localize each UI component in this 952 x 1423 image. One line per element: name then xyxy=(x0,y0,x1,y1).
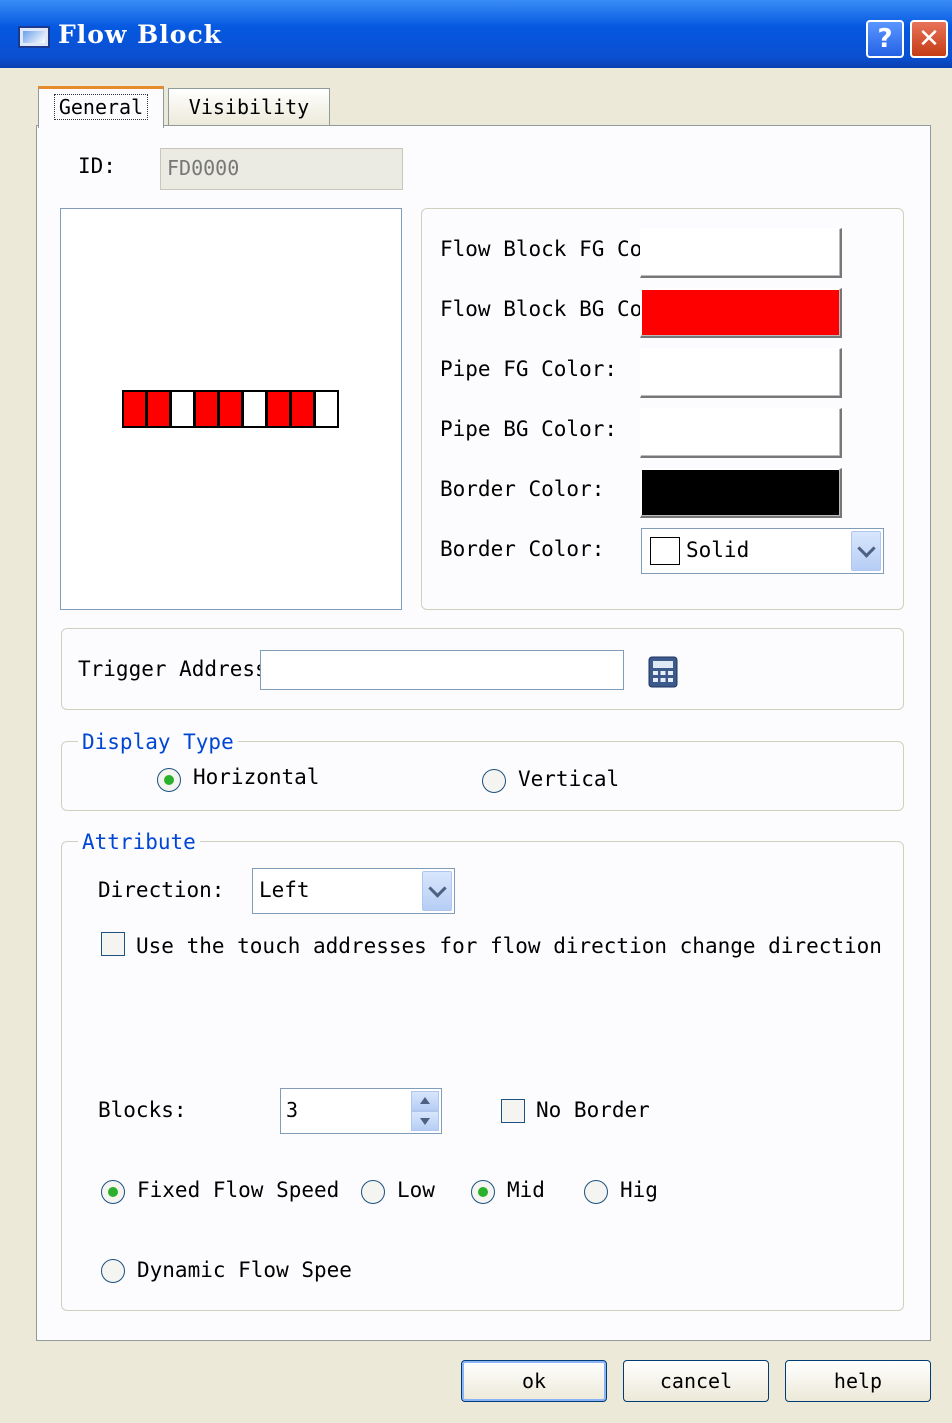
window-title: Flow Block xyxy=(58,20,222,49)
horizontal-radio[interactable] xyxy=(157,768,181,792)
preview-block xyxy=(314,390,339,428)
no-border-label: No Border xyxy=(536,1098,650,1122)
trigger-address-input[interactable] xyxy=(260,650,624,690)
fg-color-label: Flow Block FG Col xyxy=(440,237,655,261)
pipe-fg-color-button[interactable] xyxy=(640,348,842,398)
trigger-label: Trigger Address xyxy=(78,657,268,681)
mid-speed-label: Mid xyxy=(507,1178,543,1202)
touch-address-checkbox[interactable] xyxy=(101,932,125,956)
no-border-checkbox[interactable] xyxy=(501,1099,525,1123)
blocks-stepper[interactable]: 3 xyxy=(280,1088,442,1134)
bg-color-label: Flow Block BG Col xyxy=(440,297,655,321)
mid-speed-radio[interactable] xyxy=(471,1180,495,1204)
preview-block xyxy=(290,390,315,428)
high-speed-label: Hig xyxy=(620,1178,658,1202)
direction-label: Direction: xyxy=(98,878,225,902)
preview-block xyxy=(218,390,243,428)
title-bar: Flow Block ? ✕ xyxy=(0,0,952,68)
id-field: FD0000 xyxy=(160,148,403,190)
tab-visibility[interactable]: Visibility xyxy=(168,88,330,126)
border-style-label: Border Color: xyxy=(440,537,605,561)
direction-select[interactable]: Left xyxy=(252,868,455,914)
border-color-swatch xyxy=(642,470,839,515)
chevron-down-icon[interactable] xyxy=(422,871,452,911)
border-color-label: Border Color: xyxy=(440,477,605,501)
id-label: ID: xyxy=(78,154,116,178)
tab-visibility-label: Visibility xyxy=(188,95,310,119)
help-title-button[interactable]: ? xyxy=(866,20,904,58)
pipe-bg-color-button[interactable] xyxy=(640,408,842,458)
vertical-label: Vertical xyxy=(518,767,620,791)
border-style-value: Solid xyxy=(686,538,750,562)
preview-block xyxy=(194,390,219,428)
pipe-bg-color-swatch xyxy=(642,410,839,455)
blocks-label: Blocks: xyxy=(98,1098,187,1122)
direction-value: Left xyxy=(259,878,310,902)
ok-button[interactable]: ok xyxy=(461,1360,607,1402)
display-type-title: Display Type xyxy=(78,730,238,754)
flow-block-dialog: Flow Block ? ✕ General Visibility ID: FD… xyxy=(0,0,952,1423)
cancel-button[interactable]: cancel xyxy=(623,1360,769,1402)
horizontal-label: Horizontal xyxy=(193,765,320,789)
border-style-select[interactable]: Solid xyxy=(641,528,884,574)
attribute-group xyxy=(61,841,904,1311)
border-color-button[interactable] xyxy=(640,468,842,518)
calculator-icon[interactable] xyxy=(648,656,678,688)
fixed-flow-speed-label: Fixed Flow Speed xyxy=(137,1178,340,1202)
preview-block xyxy=(146,390,171,428)
touch-address-label: Use the touch addresses for flow directi… xyxy=(136,934,882,958)
blocks-value: 3 xyxy=(286,1098,299,1122)
spin-down-icon[interactable] xyxy=(411,1111,439,1131)
attribute-title: Attribute xyxy=(78,830,200,854)
dynamic-flow-speed-label: Dynamic Flow Spee xyxy=(137,1258,352,1282)
fg-color-button[interactable] xyxy=(640,228,842,278)
pipe-fg-color-swatch xyxy=(642,350,839,395)
close-button[interactable]: ✕ xyxy=(910,20,948,58)
low-speed-label: Low xyxy=(397,1178,435,1202)
border-style-swatch xyxy=(650,537,680,565)
bg-color-button[interactable] xyxy=(640,288,842,338)
tab-general-label: General xyxy=(53,94,149,120)
window-icon xyxy=(18,26,50,48)
preview-block xyxy=(122,390,147,428)
high-speed-radio[interactable] xyxy=(584,1180,608,1204)
pipe-fg-color-label: Pipe FG Color: xyxy=(440,357,618,381)
preview-block xyxy=(170,390,195,428)
preview-block xyxy=(266,390,291,428)
chevron-down-icon[interactable] xyxy=(851,531,881,571)
tab-general[interactable]: General xyxy=(38,86,164,128)
fixed-flow-speed-radio[interactable] xyxy=(101,1180,125,1204)
bg-color-swatch xyxy=(642,290,839,335)
dynamic-flow-speed-radio[interactable] xyxy=(101,1259,125,1283)
spin-up-icon[interactable] xyxy=(411,1091,439,1111)
vertical-radio[interactable] xyxy=(482,769,506,793)
help-button[interactable]: help xyxy=(785,1360,931,1402)
pipe-bg-color-label: Pipe BG Color: xyxy=(440,417,618,441)
fg-color-swatch xyxy=(642,230,839,275)
preview-block xyxy=(242,390,267,428)
low-speed-radio[interactable] xyxy=(361,1180,385,1204)
